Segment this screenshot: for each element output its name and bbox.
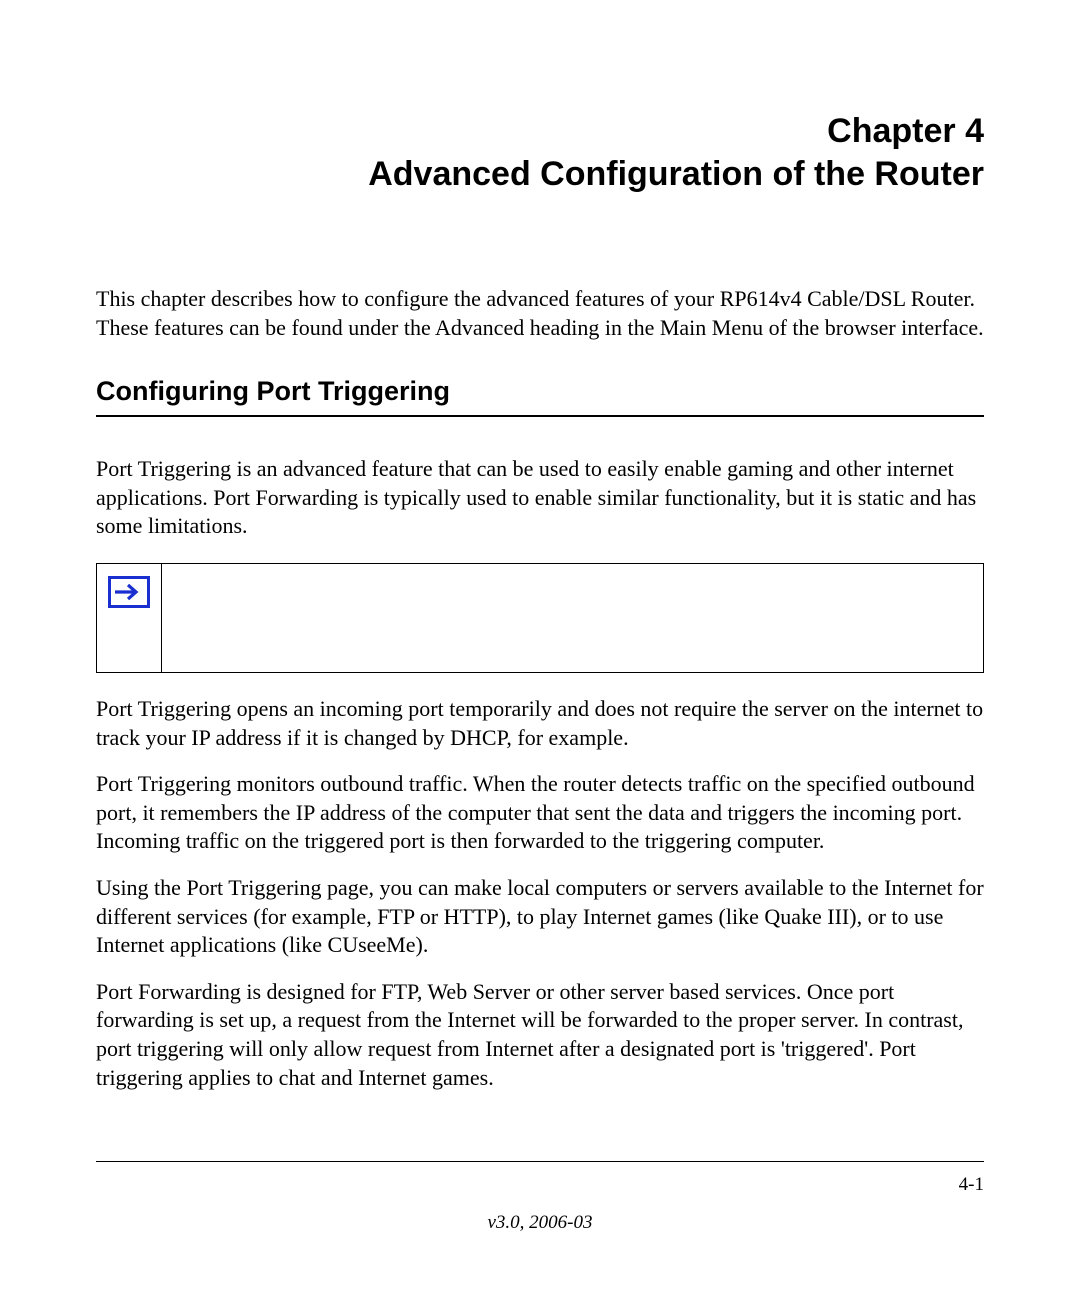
paragraph: Port Triggering monitors outbound traffi… <box>96 770 984 856</box>
chapter-intro: This chapter describes how to configure … <box>96 285 984 342</box>
arrow-right-icon <box>108 576 150 608</box>
paragraph: Port Triggering opens an incoming port t… <box>96 695 984 752</box>
footer-rule <box>96 1161 984 1162</box>
page-footer: 4-1 <box>96 1161 984 1196</box>
chapter-number: Chapter 4 <box>96 110 984 153</box>
paragraph: Using the Port Triggering page, you can … <box>96 874 984 960</box>
paragraph: Port Forwarding is designed for FTP, Web… <box>96 978 984 1092</box>
chapter-name: Advanced Configuration of the Router <box>96 153 984 196</box>
note-body <box>162 564 983 672</box>
paragraph: Port Triggering is an advanced feature t… <box>96 455 984 541</box>
note-box <box>96 563 984 673</box>
chapter-title: Chapter 4 Advanced Configuration of the … <box>96 110 984 195</box>
note-icon-cell <box>97 564 162 672</box>
document-page: Chapter 4 Advanced Configuration of the … <box>0 0 1080 1296</box>
footer-version: v3.0, 2006-03 <box>96 1212 984 1234</box>
section-heading: Configuring Port Triggering <box>96 376 984 417</box>
page-number: 4-1 <box>959 1174 984 1196</box>
